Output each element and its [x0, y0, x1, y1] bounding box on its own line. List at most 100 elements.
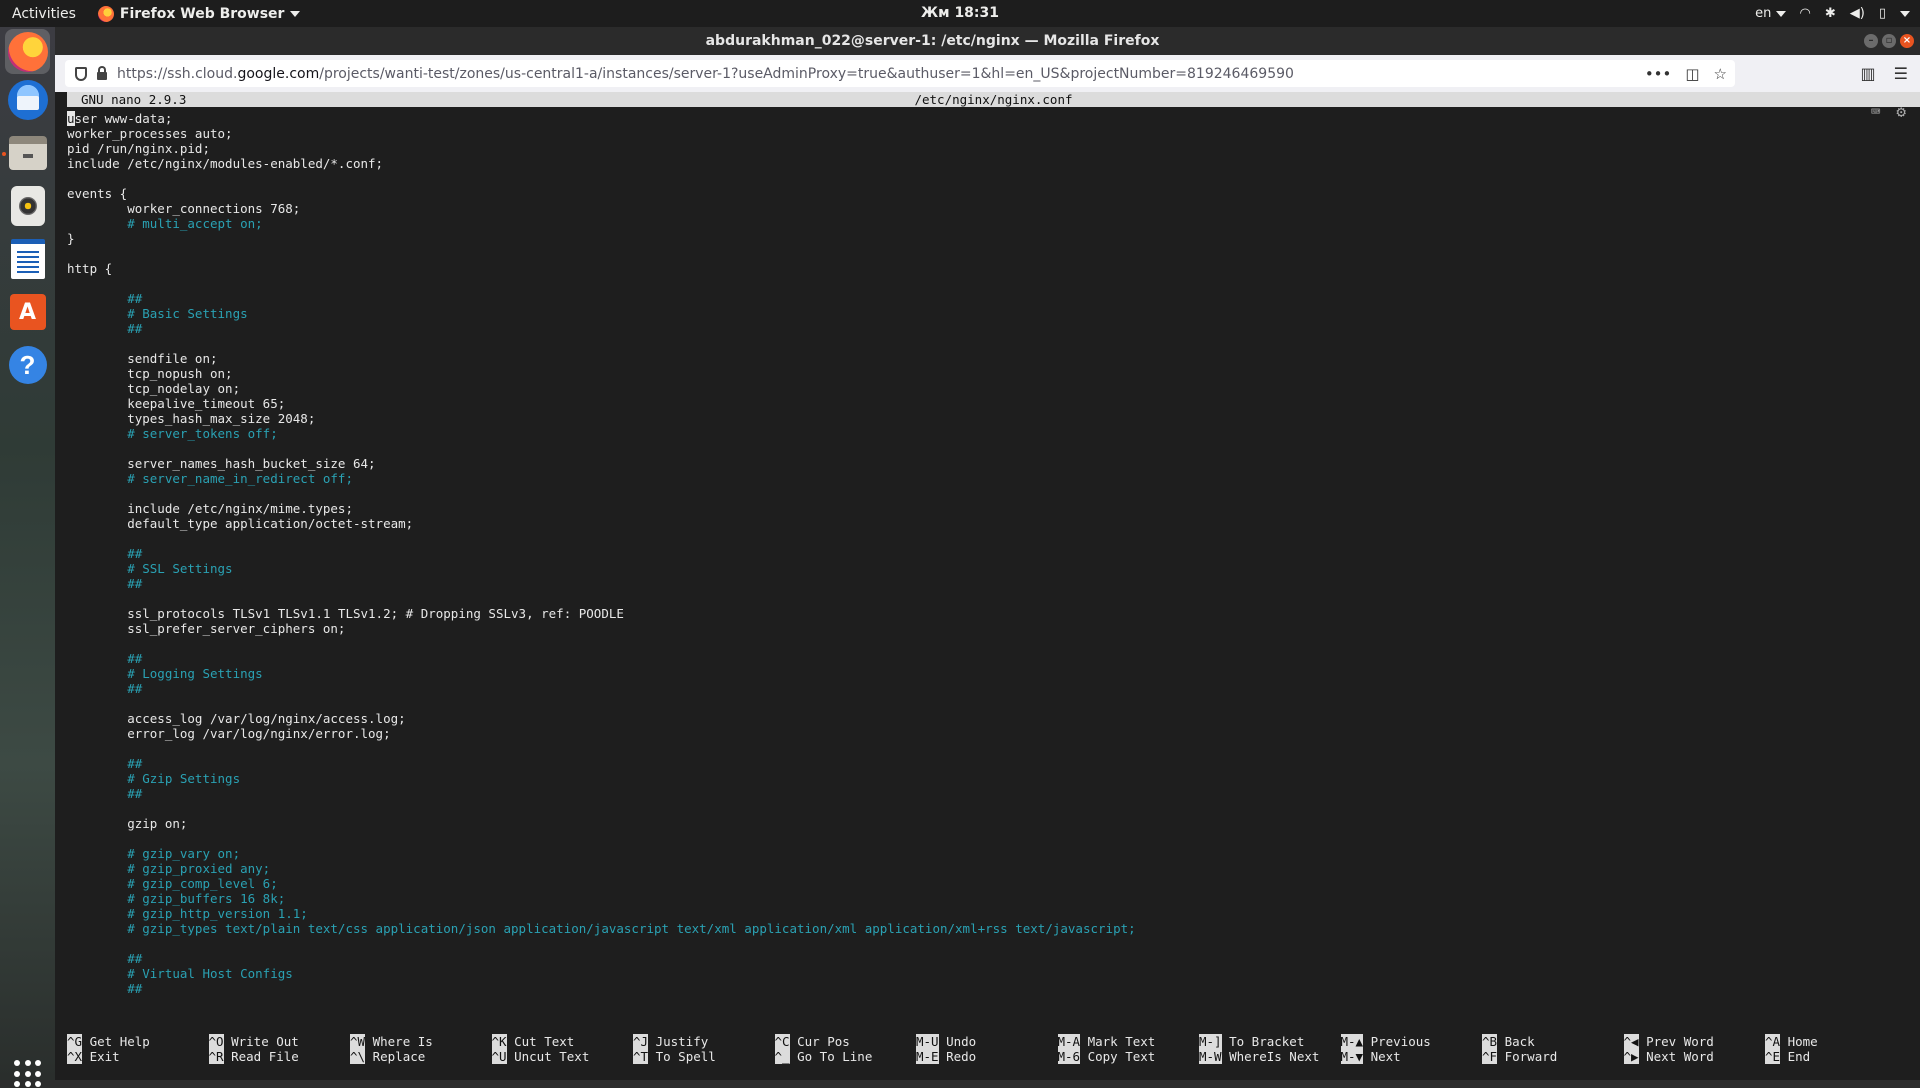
editor-line[interactable]: default_type application/octet-stream;	[67, 516, 1907, 531]
editor-line[interactable]: ##	[67, 786, 1907, 801]
editor-line[interactable]: user www-data;	[67, 111, 1907, 126]
dock-rhythmbox[interactable]	[5, 183, 50, 228]
editor-line[interactable]: # gzip_vary on;	[67, 846, 1907, 861]
editor-line[interactable]: ##	[67, 321, 1907, 336]
dock-firefox[interactable]	[5, 29, 50, 74]
battery-icon[interactable]: ▯	[1879, 6, 1886, 21]
show-applications-button[interactable]	[14, 1060, 42, 1088]
bluetooth-icon[interactable]: ✱	[1825, 6, 1836, 21]
editor-line[interactable]	[67, 936, 1907, 951]
editor-line[interactable]: ##	[67, 651, 1907, 666]
editor-line[interactable]: # Basic Settings	[67, 306, 1907, 321]
app-menu[interactable]: Firefox Web Browser	[97, 5, 301, 22]
shortcut-item: ^W Where Is	[350, 1034, 433, 1049]
pocket-icon[interactable]: ◫	[1685, 65, 1699, 83]
editor-line[interactable]	[67, 801, 1907, 816]
activities-button[interactable]: Activities	[12, 6, 76, 22]
shortcut-label: Cut Text	[506, 1034, 575, 1049]
shortcut-label: Write Out	[223, 1034, 299, 1049]
firefox-icon	[7, 31, 48, 72]
shortcut-item: ^R Read File	[208, 1049, 299, 1064]
system-menu-chevron-icon[interactable]	[1900, 10, 1910, 17]
url-text[interactable]: https://ssh.cloud.google.com/projects/wa…	[117, 66, 1294, 82]
window-titlebar[interactable]: abdurakhman_022@server-1: /etc/nginx — M…	[55, 27, 1920, 55]
editor-line[interactable]	[67, 696, 1907, 711]
editor-line[interactable]: worker_processes auto;	[67, 126, 1907, 141]
shortcut-key: M-]	[1199, 1034, 1222, 1049]
editor-line[interactable]	[67, 246, 1907, 261]
editor-line[interactable]: ##	[67, 546, 1907, 561]
editor-line[interactable]	[67, 171, 1907, 186]
wifi-icon[interactable]: ◠	[1800, 6, 1811, 21]
editor-line[interactable]: # gzip_comp_level 6;	[67, 876, 1907, 891]
ssh-terminal[interactable]: GNU nano 2.9.3 /etc/nginx/nginx.conf ⌨ ⚙…	[55, 92, 1920, 1080]
editor-line[interactable]: # multi_accept on;	[67, 216, 1907, 231]
editor-line[interactable]: # Logging Settings	[67, 666, 1907, 681]
volume-icon[interactable]: ◀)	[1850, 6, 1865, 21]
editor-line[interactable]: access_log /var/log/nginx/access.log;	[67, 711, 1907, 726]
tracking-protection-icon[interactable]	[75, 66, 87, 81]
lock-icon[interactable]	[97, 66, 107, 80]
bookmark-star-icon[interactable]: ☆	[1714, 65, 1727, 83]
editor-line[interactable]: # Gzip Settings	[67, 771, 1907, 786]
editor-line[interactable]: pid /run/nginx.pid;	[67, 141, 1907, 156]
editor-line[interactable]	[67, 486, 1907, 501]
editor-line[interactable]: ssl_protocols TLSv1 TLSv1.1 TLSv1.2; # D…	[67, 606, 1907, 621]
minimize-button[interactable]: –	[1864, 34, 1878, 48]
editor-line[interactable]: }	[67, 231, 1907, 246]
hamburger-menu-icon[interactable]: ☰	[1894, 64, 1908, 83]
close-button[interactable]: ×	[1900, 34, 1914, 48]
address-bar[interactable]: https://ssh.cloud.google.com/projects/wa…	[65, 60, 1735, 87]
shortcut-label: Replace	[365, 1049, 426, 1064]
editor-line[interactable]: # server_tokens off;	[67, 426, 1907, 441]
maximize-button[interactable]: ▫	[1882, 34, 1896, 48]
editor-line[interactable]	[67, 591, 1907, 606]
shortcut-label: Home	[1780, 1034, 1818, 1049]
editor-line[interactable]	[67, 531, 1907, 546]
editor-line[interactable]: tcp_nopush on;	[67, 366, 1907, 381]
editor-line[interactable]	[67, 336, 1907, 351]
editor-line[interactable]: include /etc/nginx/modules-enabled/*.con…	[67, 156, 1907, 171]
editor-line[interactable]	[67, 741, 1907, 756]
editor-line[interactable]: include /etc/nginx/mime.types;	[67, 501, 1907, 516]
editor-line[interactable]: ##	[67, 681, 1907, 696]
shortcut-item: ^K Cut Text	[491, 1034, 575, 1049]
editor-line[interactable]: # gzip_types text/plain text/css applica…	[67, 921, 1907, 936]
editor-line[interactable]	[67, 636, 1907, 651]
editor-line[interactable]: # gzip_buffers 16 8k;	[67, 891, 1907, 906]
editor-buffer[interactable]: user www-data; worker_processes auto; pid …	[67, 111, 1907, 996]
editor-line[interactable]: # gzip_proxied any;	[67, 861, 1907, 876]
editor-line[interactable]: # SSL Settings	[67, 561, 1907, 576]
editor-line[interactable]: types_hash_max_size 2048;	[67, 411, 1907, 426]
editor-line[interactable]: # gzip_http_version 1.1;	[67, 906, 1907, 921]
editor-line[interactable]: ##	[67, 576, 1907, 591]
editor-line[interactable]: worker_connections 768;	[67, 201, 1907, 216]
editor-line[interactable]: ##	[67, 291, 1907, 306]
editor-line[interactable]: ssl_prefer_server_ciphers on;	[67, 621, 1907, 636]
editor-line[interactable]: events {	[67, 186, 1907, 201]
dock-thunderbird[interactable]	[5, 77, 50, 122]
editor-line[interactable]: tcp_nodelay on;	[67, 381, 1907, 396]
dock-files[interactable]	[5, 130, 50, 175]
library-icon[interactable]: ▥	[1861, 64, 1876, 83]
editor-line[interactable]	[67, 441, 1907, 456]
editor-line[interactable]: sendfile on;	[67, 351, 1907, 366]
editor-line[interactable]: keepalive_timeout 65;	[67, 396, 1907, 411]
editor-line[interactable]: http {	[67, 261, 1907, 276]
editor-line[interactable]: ##	[67, 756, 1907, 771]
dock-writer[interactable]	[5, 236, 50, 281]
editor-line[interactable]: server_names_hash_bucket_size 64;	[67, 456, 1907, 471]
editor-line[interactable]: ##	[67, 951, 1907, 966]
dock-help[interactable]: ?	[5, 342, 50, 387]
editor-line[interactable]: error_log /var/log/nginx/error.log;	[67, 726, 1907, 741]
rhythmbox-icon	[10, 185, 45, 226]
page-actions-icon[interactable]: •••	[1645, 65, 1672, 83]
editor-line[interactable]: ##	[67, 981, 1907, 996]
editor-line[interactable]	[67, 831, 1907, 846]
dock-software[interactable]: A	[5, 289, 50, 334]
editor-line[interactable]: # server_name_in_redirect off;	[67, 471, 1907, 486]
editor-line[interactable]: # Virtual Host Configs	[67, 966, 1907, 981]
editor-line[interactable]: gzip on;	[67, 816, 1907, 831]
language-indicator[interactable]: en	[1755, 6, 1786, 21]
editor-line[interactable]	[67, 276, 1907, 291]
